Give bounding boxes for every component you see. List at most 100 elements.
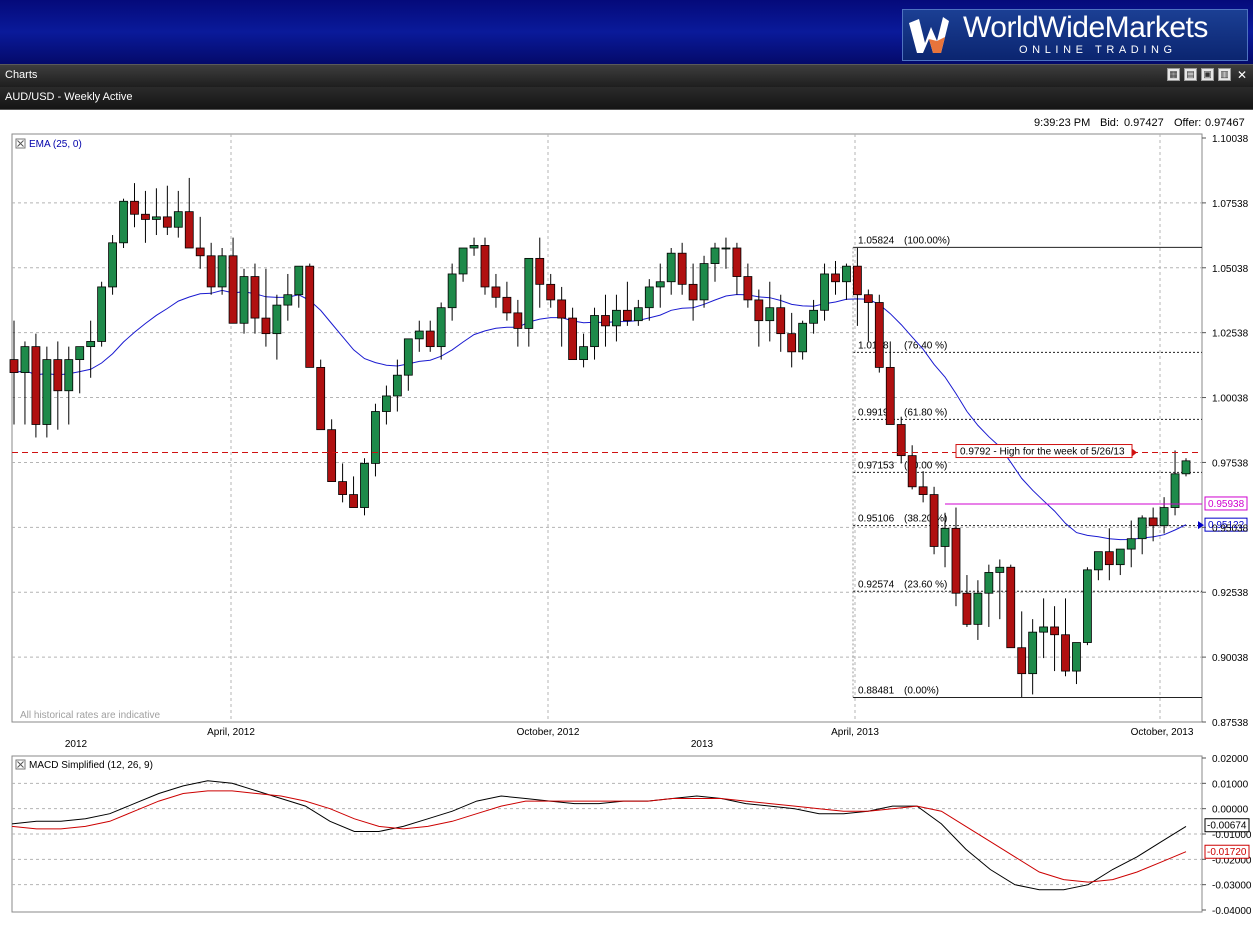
candle-body-up (940, 527, 950, 547)
candle-body-down (338, 481, 347, 495)
candle-body-down (130, 200, 139, 215)
candle-body-up (666, 252, 676, 283)
candle[interactable] (1006, 564, 1016, 649)
magenta-price-label: 0.95938 (1208, 499, 1245, 510)
candle-body-down (1050, 626, 1059, 636)
chart-type-icon[interactable]: ▤ (1184, 68, 1197, 81)
print-icon[interactable]: ▣ (1201, 68, 1214, 81)
instrument-title: AUD/USD - Weekly Active (5, 91, 133, 103)
candle[interactable] (1181, 458, 1191, 477)
fib-price-label: 0.97153 (858, 460, 895, 471)
signal-value-label: -0.01720 (1207, 847, 1247, 858)
candle-body-down (250, 276, 260, 319)
candle-body-down (546, 283, 556, 301)
candle-body-up (469, 245, 479, 249)
price-axis-label: 0.92538 (1212, 588, 1249, 599)
candle[interactable] (699, 255, 709, 308)
candle-body-down (1061, 634, 1070, 672)
ema-indicator-label: EMA (25, 0) (29, 139, 82, 150)
candle-body-up (42, 359, 52, 425)
candle[interactable] (316, 359, 326, 431)
fib-percent-label: (76.40 %) (904, 340, 947, 351)
macd-axis-label: -0.04000 (1212, 906, 1252, 917)
chart-settings-icon[interactable]: ▦ (1167, 68, 1180, 81)
candle[interactable] (97, 281, 107, 347)
candle-body-up (392, 374, 402, 397)
candle-body-down (502, 296, 512, 314)
export-icon[interactable]: ▥ (1218, 68, 1231, 81)
candle-body-down (874, 302, 884, 368)
candle-body-up (1028, 631, 1038, 675)
candle[interactable] (119, 198, 128, 248)
candle[interactable] (1083, 567, 1092, 646)
brand-name: WorldWideMarkets (963, 11, 1208, 44)
candle[interactable] (305, 263, 315, 368)
candle-body-down (896, 424, 906, 457)
candle-body-down (743, 276, 753, 301)
candle-body-up (699, 263, 709, 301)
annotation-text: 0.9792 - High for the week of 5/26/13 (960, 447, 1125, 458)
candle-body-down (535, 257, 545, 285)
close-icon[interactable]: ✕ (1237, 68, 1247, 82)
offer-value: 0.97467 (1205, 117, 1245, 129)
price-axis-label: 0.97538 (1212, 458, 1249, 469)
candle[interactable] (874, 294, 884, 373)
candle-body-down (162, 216, 172, 228)
candle-body-up (1115, 548, 1125, 566)
price-axis-label: 1.07538 (1212, 199, 1249, 210)
candle-body-down (206, 255, 216, 288)
candle-body-down (1017, 647, 1027, 675)
candle-body-down (31, 346, 41, 425)
year-axis-label: 2013 (691, 739, 714, 750)
candle-body-down (601, 315, 610, 327)
fib-price-label: 1.0178 (858, 340, 889, 351)
candle[interactable] (480, 237, 490, 295)
candle-body-up (283, 294, 293, 306)
candle-body-down (929, 494, 939, 547)
candle-body-up (710, 247, 720, 264)
candle-body-up (119, 200, 128, 244)
candle[interactable] (360, 458, 369, 516)
candle-body-up (360, 463, 369, 508)
quote-time: 9:39:23 PM (1034, 117, 1090, 129)
candle-body-down (349, 494, 358, 508)
chart-area: 1.05824 (100.00%) 1.0178 (76.40 %) 0.99199 (6… (0, 110, 1253, 922)
candle-body-up (1072, 642, 1081, 672)
candle-body-up (1137, 517, 1147, 540)
app-header: WorldWideMarkets ONLINE TRADING (0, 0, 1253, 64)
candle-body-down (863, 294, 873, 303)
candle-body-up (173, 211, 183, 228)
fib-price-label: 0.88481 (858, 686, 895, 697)
candle-body-down (776, 307, 786, 335)
date-axis-label: October, 2012 (517, 727, 580, 738)
candle-body-down (885, 366, 895, 425)
date-axis-label: October, 2013 (1131, 727, 1194, 738)
candle-body-up (1093, 551, 1103, 571)
candle[interactable] (42, 346, 52, 438)
wwm-logo-icon (909, 17, 949, 53)
candle-body-down (491, 286, 501, 298)
candle-body-down (568, 317, 578, 361)
price-axis-label: 0.87538 (1212, 718, 1249, 729)
candle-body-up (612, 309, 621, 327)
candle-body-down (1104, 551, 1114, 566)
candle-body-down (754, 299, 764, 322)
price-axis-label: 0.90038 (1212, 653, 1249, 664)
candle[interactable] (108, 235, 117, 295)
candle-body-up (655, 281, 665, 288)
macd-axis-label: 0.01000 (1212, 779, 1249, 790)
window-title: Charts (5, 69, 38, 81)
date-axis-label: April, 2013 (831, 727, 879, 738)
offer-label: Offer: (1174, 117, 1201, 129)
candle-body-down (480, 245, 490, 288)
macd-axis-label: 0.02000 (1212, 754, 1249, 765)
candle-body-up (1039, 626, 1049, 633)
candle-body-down (918, 486, 928, 495)
candle-body-up (820, 273, 829, 311)
candle-body-down (1006, 566, 1016, 649)
candle[interactable] (31, 333, 41, 438)
chart-svg[interactable]: 1.05824 (100.00%)1.0178 (76.40 %)0.99199 (6… (0, 110, 1253, 922)
candle-body-up (809, 309, 818, 324)
candle[interactable] (929, 486, 939, 555)
candle-body-down (622, 309, 632, 322)
